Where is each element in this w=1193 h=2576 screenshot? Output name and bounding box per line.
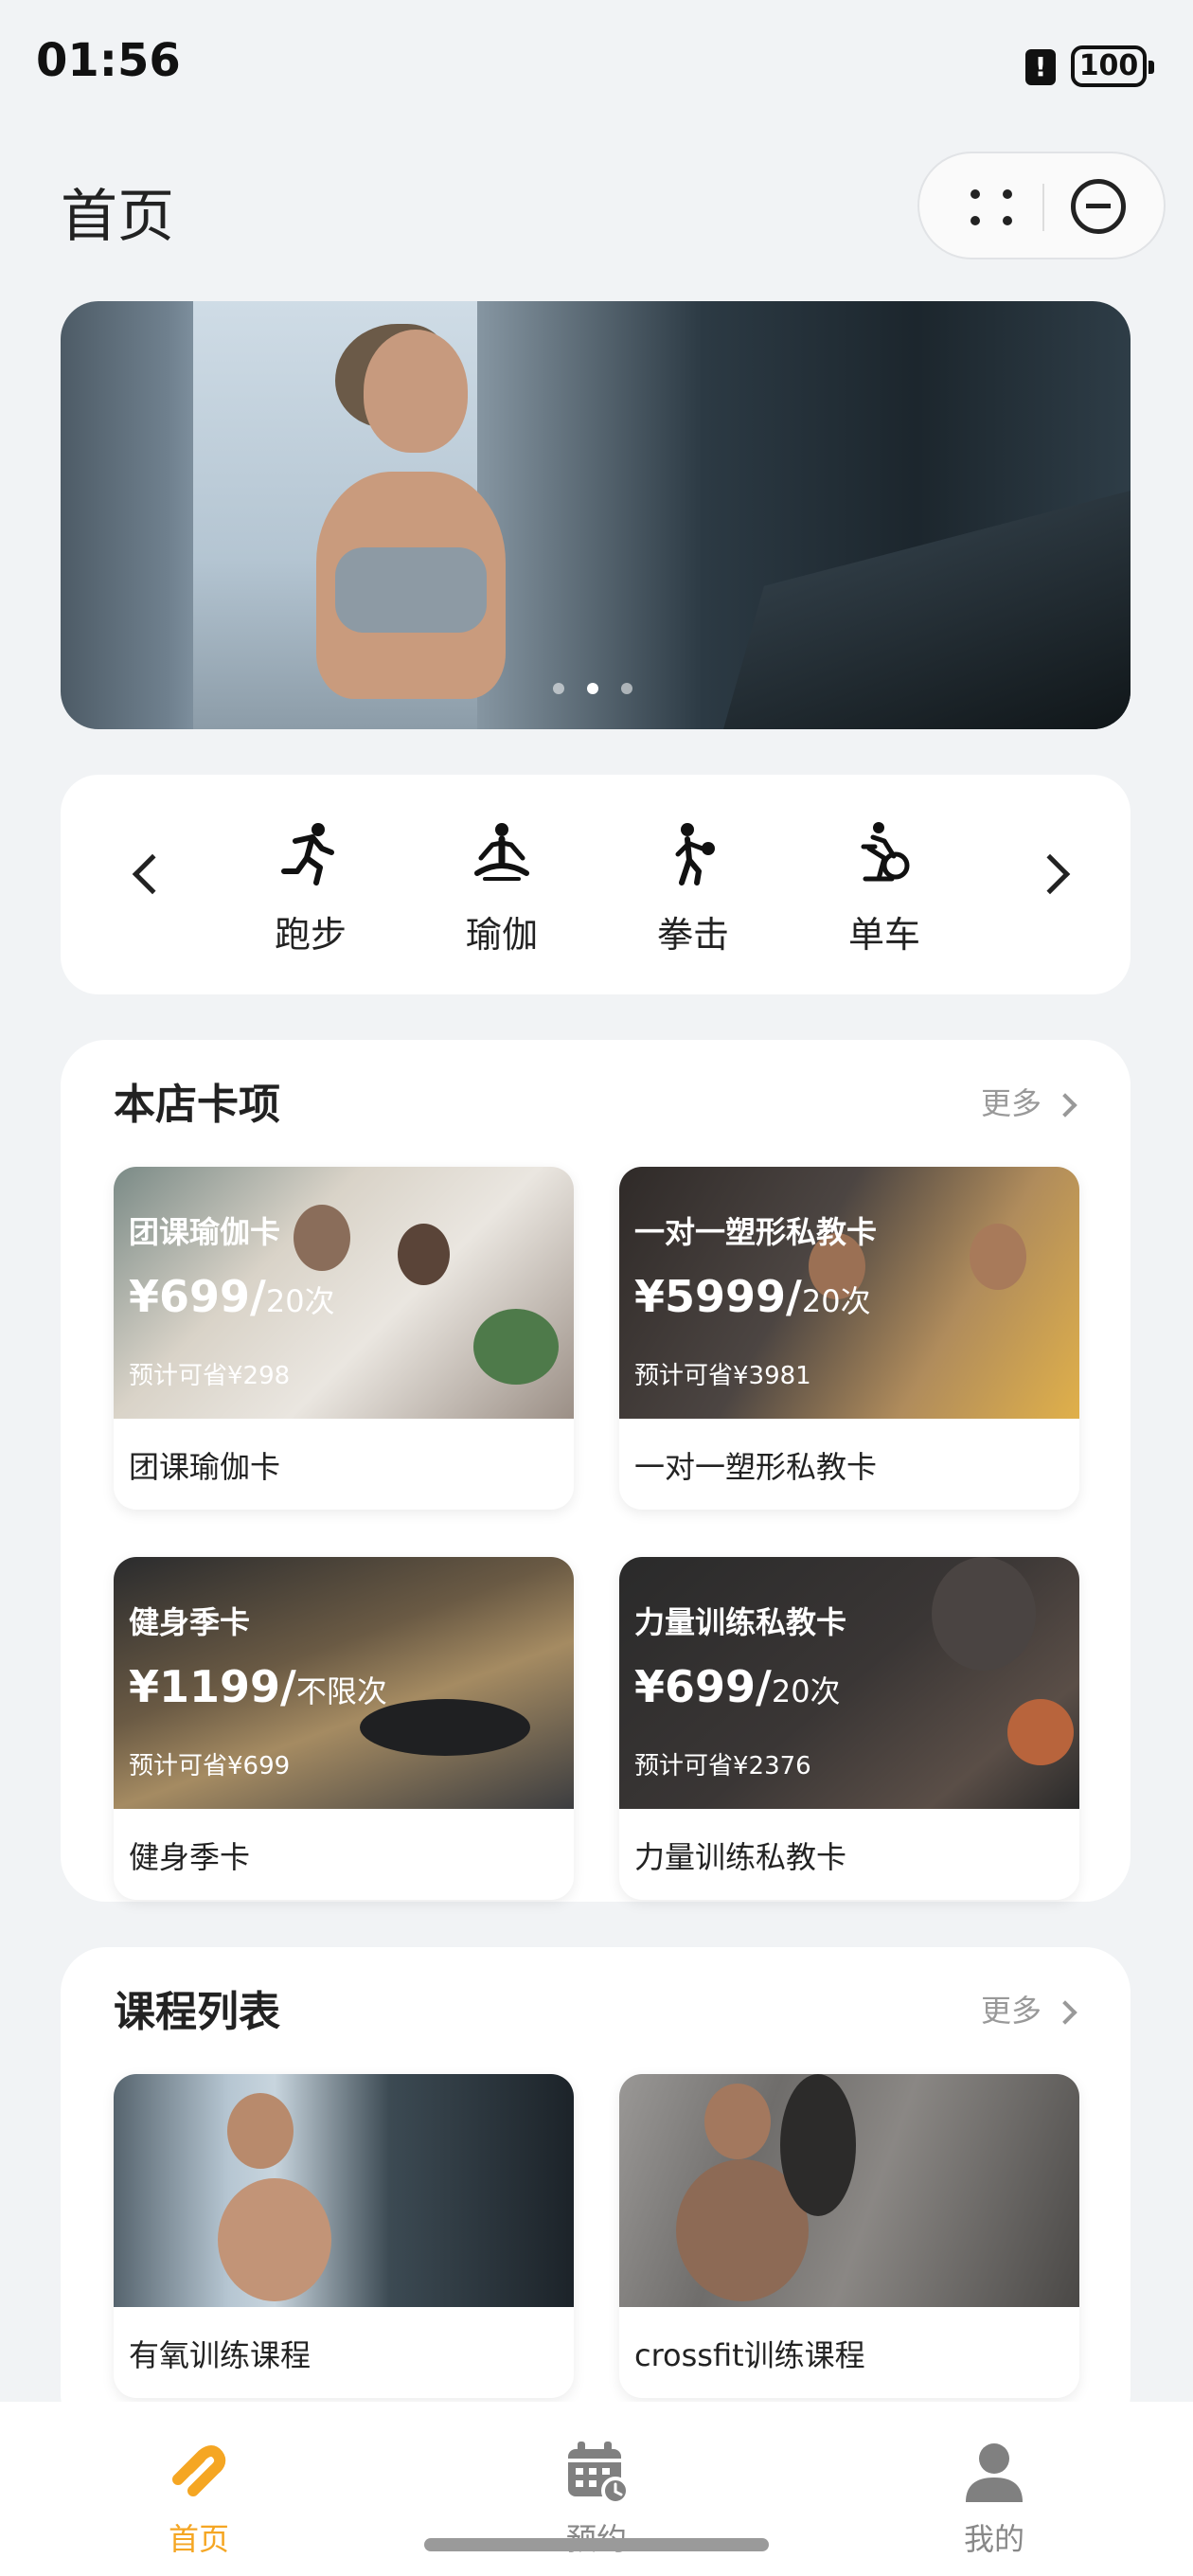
section-title: 课程列表 [114,1988,280,2036]
product-name: 健身季卡 [129,1839,251,1875]
card-price: ¥699/20次 [634,1661,841,1712]
card-savings: 预计可省¥699 [129,1752,291,1780]
hero-banner[interactable] [61,301,1131,729]
section-title: 本店卡项 [114,1081,280,1129]
product-card[interactable]: 团课瑜伽卡 ¥699/20次 预计可省¥298 团课瑜伽卡 [114,1167,574,1510]
more-options-icon[interactable] [965,182,1018,233]
calendar-icon [568,2442,630,2505]
chevron-left-icon[interactable] [132,853,173,895]
tab-home[interactable]: 首页 [123,2438,275,2559]
more-link[interactable]: 更多 [980,1080,1077,1123]
course-name: crossfit训练课程 [634,2337,865,2373]
course-image [114,2074,574,2307]
store-cards-section: 本店卡项 更多 团课瑜伽卡 ¥699/20次 预计可省¥298 团课瑜伽卡 一对… [61,1040,1131,1902]
product-name: 团课瑜伽卡 [129,1449,281,1485]
category-carousel: 跑步 瑜伽 拳击 单车 [61,775,1131,994]
chevron-right-icon [1053,1093,1077,1118]
price-unit: 20次 [265,1283,335,1319]
tab-profile[interactable]: 我的 [918,2438,1070,2559]
more-label: 更多 [980,1993,1042,2029]
price-value: ¥699/ [129,1271,266,1322]
product-image: 力量训练私教卡 ¥699/20次 预计可省¥2376 [619,1557,1079,1809]
price-unit: 20次 [771,1673,841,1709]
product-card[interactable]: 健身季卡 ¥1199/不限次 预计可省¥699 健身季卡 [114,1557,574,1900]
tab-label: 我的 [963,2521,1024,2557]
card-savings: 预计可省¥298 [129,1362,291,1390]
price-unit: 20次 [801,1283,871,1319]
home-logo-icon [172,2445,226,2496]
category-label: 跑步 [274,914,347,956]
status-time: 01:56 [36,34,181,87]
card-price: ¥5999/20次 [634,1271,871,1322]
banner-dot-active[interactable] [587,683,598,694]
home-indicator[interactable] [424,2538,769,2551]
banner-runner-image [297,324,515,729]
card-savings: 预计可省¥2376 [634,1752,811,1780]
category-label: 单车 [847,914,920,956]
cycling-icon [861,822,910,882]
tab-label: 首页 [168,2521,229,2557]
price-value: ¥1199/ [129,1661,296,1712]
course-card[interactable]: crossfit训练课程 [619,2074,1079,2398]
card-price: ¥1199/不限次 [129,1661,387,1712]
tab-label: 预约 [521,2515,672,2559]
category-label: 瑜伽 [465,914,538,956]
running-icon [281,823,334,886]
product-card[interactable]: 一对一塑形私教卡 ¥5999/20次 预计可省¥3981 一对一塑形私教卡 [619,1167,1079,1510]
yoga-icon [474,823,529,881]
more-label: 更多 [980,1085,1042,1121]
mini-program-capsule [917,152,1166,259]
battery-icon: 100 [1071,45,1154,87]
product-name: 一对一塑形私教卡 [634,1449,878,1485]
chevron-right-icon[interactable] [1029,853,1071,895]
chevron-right-icon [1053,2000,1077,2025]
courses-section: 课程列表 更多 有氧训练课程 crossfit训练课程 [61,1947,1131,2440]
category-yoga[interactable]: 瑜伽 [445,820,559,957]
capsule-divider [1042,184,1044,231]
card-overlay-title: 一对一塑形私教卡 [634,1214,878,1250]
banner-pagination [553,680,655,698]
category-cycling[interactable]: 单车 [828,820,941,957]
category-running[interactable]: 跑步 [254,820,367,957]
product-name: 力量训练私教卡 [634,1839,847,1875]
price-unit: 不限次 [295,1673,387,1709]
price-value: ¥5999/ [634,1271,802,1322]
product-image: 健身季卡 ¥1199/不限次 预计可省¥699 [114,1557,574,1809]
card-overlay-title: 团课瑜伽卡 [129,1214,281,1250]
status-bar: 01:56 ! 100 [0,0,1193,133]
category-boxing[interactable]: 拳击 [636,820,750,957]
course-card[interactable]: 有氧训练课程 [114,2074,574,2398]
category-label: 拳击 [656,914,729,956]
banner-treadmill-image [723,491,1131,729]
course-name: 有氧训练课程 [129,2337,312,2373]
card-savings: 预计可省¥3981 [634,1362,811,1390]
banner-dot[interactable] [621,683,632,694]
product-image: 团课瑜伽卡 ¥699/20次 预计可省¥298 [114,1167,574,1419]
course-image [619,2074,1079,2307]
product-image: 一对一塑形私教卡 ¥5999/20次 预计可省¥3981 [619,1167,1079,1419]
banner-dot[interactable] [553,683,564,694]
card-overlay-title: 力量训练私教卡 [634,1604,847,1640]
more-link[interactable]: 更多 [980,1987,1077,2030]
close-mini-program-icon[interactable] [1071,179,1126,234]
page-title: 首页 [61,184,174,250]
product-card[interactable]: 力量训练私教卡 ¥699/20次 预计可省¥2376 力量训练私教卡 [619,1557,1079,1900]
boxing-icon [675,823,715,886]
alert-icon: ! [1025,49,1056,85]
card-price: ¥699/20次 [129,1271,335,1322]
card-overlay-title: 健身季卡 [129,1604,251,1640]
price-value: ¥699/ [634,1661,772,1712]
user-icon [966,2443,1023,2502]
